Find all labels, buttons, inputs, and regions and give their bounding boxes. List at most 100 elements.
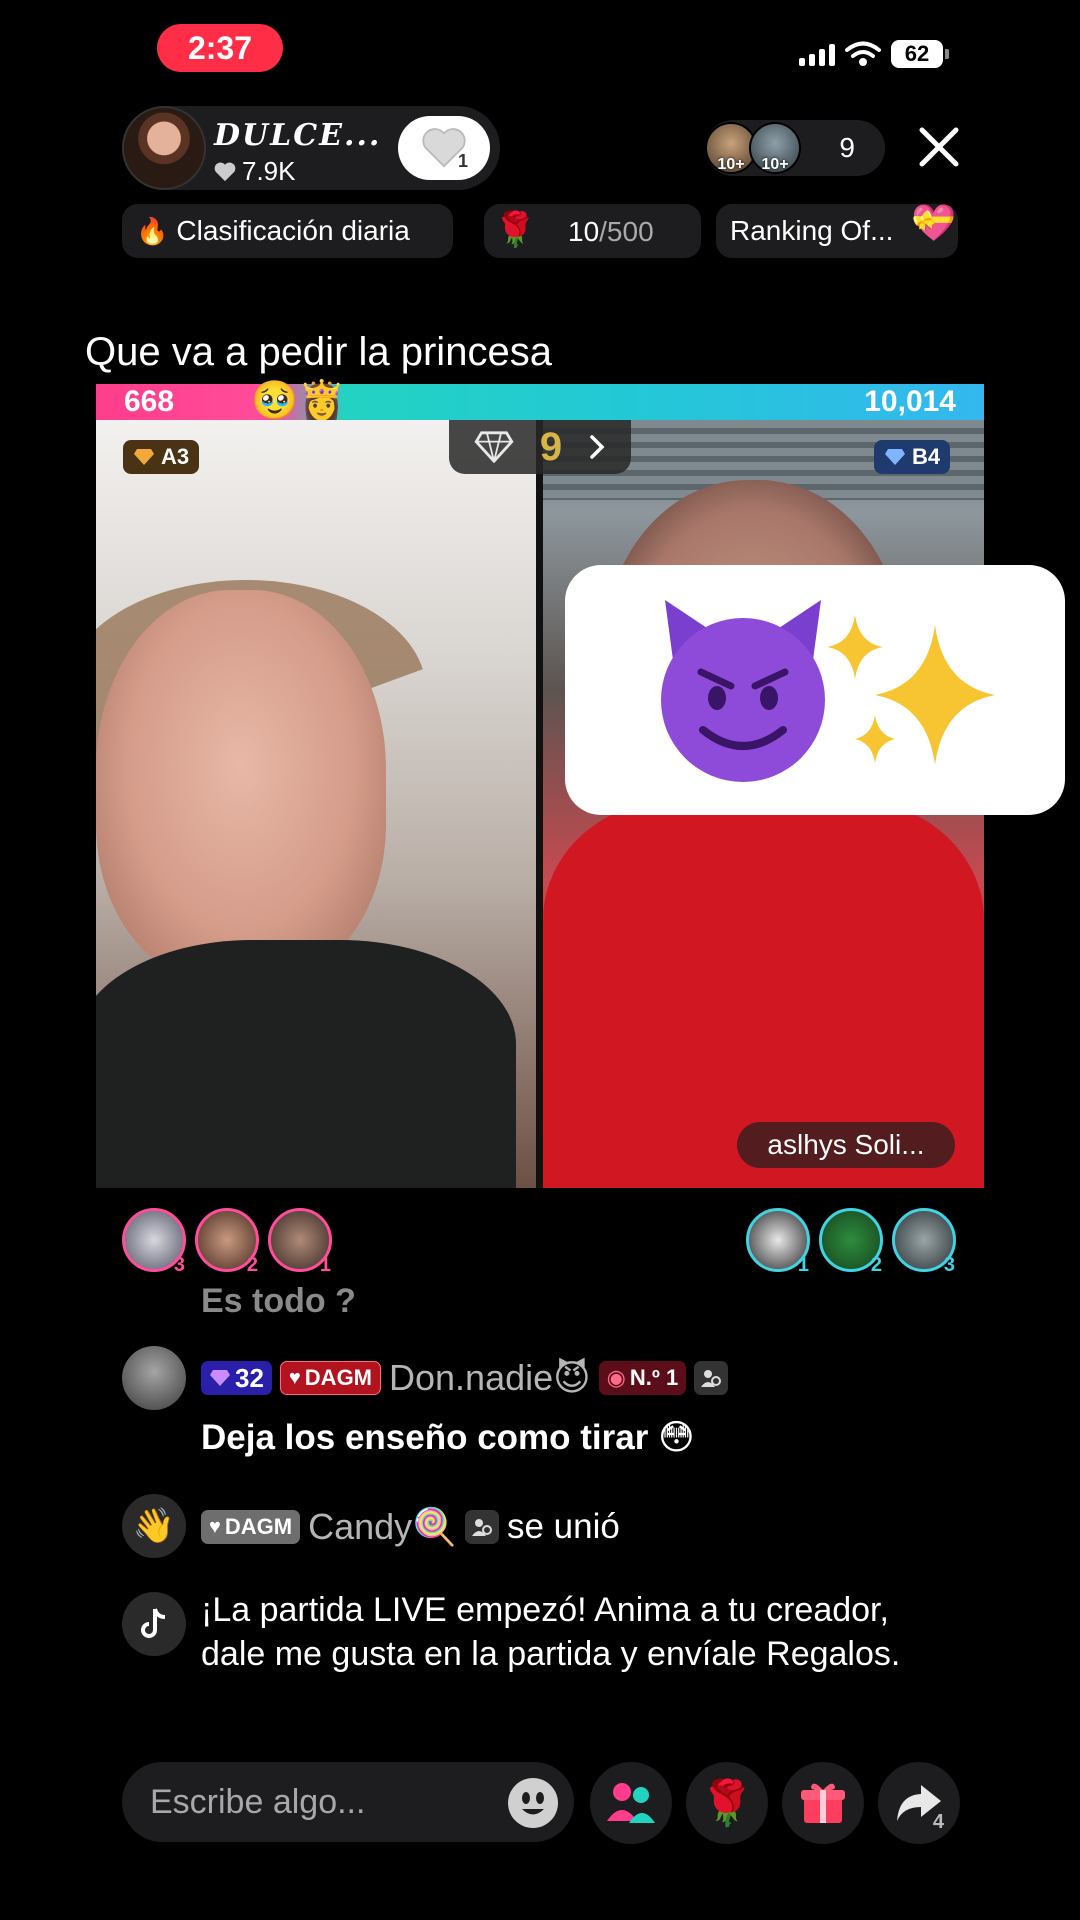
gifter-avatar[interactable]: 3 <box>122 1208 186 1276</box>
daily-ranking-label: Clasificación diaria <box>176 215 410 246</box>
video-left-shirt <box>96 940 516 1188</box>
emoji-button[interactable] <box>508 1778 558 1828</box>
rose-gift-button[interactable]: 🌹 <box>686 1762 768 1844</box>
gifter-avatar[interactable]: 3 <box>892 1208 956 1276</box>
chat-user-row: 32 ♥ DAGM Don.nadie😈 ◉ N.º 1 <box>201 1357 729 1399</box>
rose-icon: 🌹 <box>699 1779 755 1828</box>
host-avatar[interactable] <box>122 106 206 190</box>
fire-icon: 🔥 <box>136 215 169 246</box>
gifter-rank: 1 <box>319 1254 331 1276</box>
people-icon <box>607 1783 655 1823</box>
battle-score-bar: 668 🥹👸 10,014 <box>96 380 984 422</box>
level-badge[interactable]: 32 <box>201 1361 272 1395</box>
fan-club-badge[interactable]: ♥ DAGM <box>279 1361 382 1395</box>
team-tag-a-label: A3 <box>161 444 190 469</box>
comment-input[interactable] <box>122 1762 574 1842</box>
gifter-avatar[interactable]: 2 <box>819 1208 883 1276</box>
fan-heart-icon: ♥ <box>288 1366 301 1389</box>
emoji-sticker <box>565 565 1065 815</box>
join-text: se unió <box>506 1507 620 1546</box>
goal-progress: 10/500 <box>568 216 654 248</box>
viewer-avatar[interactable]: 10+ <box>749 122 801 174</box>
ranking-chip[interactable]: Ranking Of... 💝 <box>716 202 958 258</box>
gifter-rank: 3 <box>943 1254 955 1276</box>
opponent-name-tag[interactable]: aslhys Soli... <box>737 1122 955 1168</box>
tiktok-icon <box>122 1592 186 1656</box>
gifter-rank: 3 <box>173 1254 185 1276</box>
host-name[interactable]: DULCE... <box>214 118 381 153</box>
viewer-list[interactable]: 10+ 10+ 9 <box>705 120 885 176</box>
join-username[interactable]: Candy🍭 <box>308 1506 457 1548</box>
video-left[interactable] <box>96 420 536 1188</box>
host-info[interactable]: DULCE... 7.9K 1 <box>122 106 500 190</box>
medal-icon: ◉ <box>606 1365 626 1390</box>
top-gifter-badge[interactable]: ◉ N.º 1 <box>598 1361 687 1395</box>
viewer-level: 10+ <box>761 156 789 173</box>
fan-heart-icon: ♥ <box>209 1515 221 1538</box>
gift-goal-chip[interactable]: 🌹 10/500 <box>484 204 701 258</box>
status-time: 2:37 <box>157 24 283 72</box>
user-group-icon <box>464 1510 499 1544</box>
follow-count: 1 <box>457 151 468 171</box>
fan-club-name: DAGM <box>224 1514 293 1539</box>
stream-title: Que va a pedir la princesa <box>85 330 552 374</box>
chevron-right-icon <box>590 435 605 459</box>
host-likes-count: 7.9K <box>242 156 296 186</box>
heart-icon <box>214 162 236 181</box>
join-row: ♥ DAGM Candy🍭 se unió <box>201 1506 620 1548</box>
fan-club-name: DAGM <box>304 1365 373 1390</box>
emoji-reactions: 🥹👸 <box>251 380 346 422</box>
close-icon[interactable] <box>916 124 962 170</box>
top-gifter-label: N.º 1 <box>629 1365 679 1390</box>
gifter-rank: 2 <box>246 1254 258 1276</box>
goal-total: /500 <box>599 216 654 247</box>
diamond-outline-icon <box>474 431 514 463</box>
multi-guest-button[interactable] <box>590 1762 672 1844</box>
gem-icon <box>210 1370 230 1386</box>
wifi-icon <box>845 41 881 66</box>
status-icons: 62 <box>799 40 949 68</box>
sparkles-icon <box>827 615 995 765</box>
rose-icon: 🌹 <box>494 211 537 249</box>
chat-username[interactable]: Don.nadie😈 <box>389 1357 591 1399</box>
heart-sticker-icon: 💝 <box>911 202 956 243</box>
chat-message-text: Deja los enseño como tirar 😳 <box>201 1418 695 1457</box>
gifter-avatar[interactable]: 1 <box>268 1208 332 1276</box>
wave-icon: 👋 <box>122 1494 186 1558</box>
score-right: 10,014 <box>864 385 956 418</box>
fan-club-badge[interactable]: ♥ DAGM <box>201 1510 301 1544</box>
chat-message-faded: Es todo ? <box>201 1282 356 1320</box>
score-left: 668 <box>124 385 175 418</box>
follow-button[interactable]: 1 <box>398 116 490 180</box>
gifter-rank: 1 <box>797 1254 809 1276</box>
share-count: 4 <box>932 1811 944 1833</box>
round-indicator[interactable]: 9 <box>449 420 631 474</box>
host-likes: 7.9K <box>214 156 296 187</box>
gifter-avatar[interactable]: 2 <box>195 1208 259 1276</box>
team-tag-b-label: B4 <box>912 444 941 469</box>
team-tag-a: A3 <box>123 440 200 474</box>
system-message: ¡La partida LIVE empezó! Anima a tu crea… <box>201 1591 901 1673</box>
share-button[interactable]: 4 <box>878 1762 960 1844</box>
team-tag-b: B4 <box>874 440 951 474</box>
gifter-rank: 2 <box>870 1254 882 1276</box>
gift-icon <box>801 1783 845 1823</box>
battery-icon: 62 <box>891 40 949 68</box>
smiling-devil-icon <box>661 600 825 782</box>
level-badge-value: 32 <box>235 1362 264 1393</box>
video-left-face <box>96 590 386 980</box>
signal-icon <box>799 42 835 66</box>
ranking-other-label: Ranking Of... <box>730 215 894 246</box>
gifter-avatar[interactable]: 1 <box>746 1208 810 1276</box>
smiley-icon <box>522 1792 544 1815</box>
viewer-level: 10+ <box>717 156 745 173</box>
user-group-icon <box>694 1361 729 1395</box>
chat-avatar[interactable] <box>122 1346 186 1410</box>
daily-ranking-chip[interactable]: 🔥 Clasificación diaria <box>122 204 453 258</box>
goal-current: 10 <box>568 216 600 247</box>
viewer-count[interactable]: 9 <box>839 132 855 164</box>
diamond-icon <box>885 449 905 465</box>
round-number: 9 <box>539 424 563 469</box>
gift-button[interactable] <box>782 1762 864 1844</box>
diamond-icon <box>134 449 154 465</box>
